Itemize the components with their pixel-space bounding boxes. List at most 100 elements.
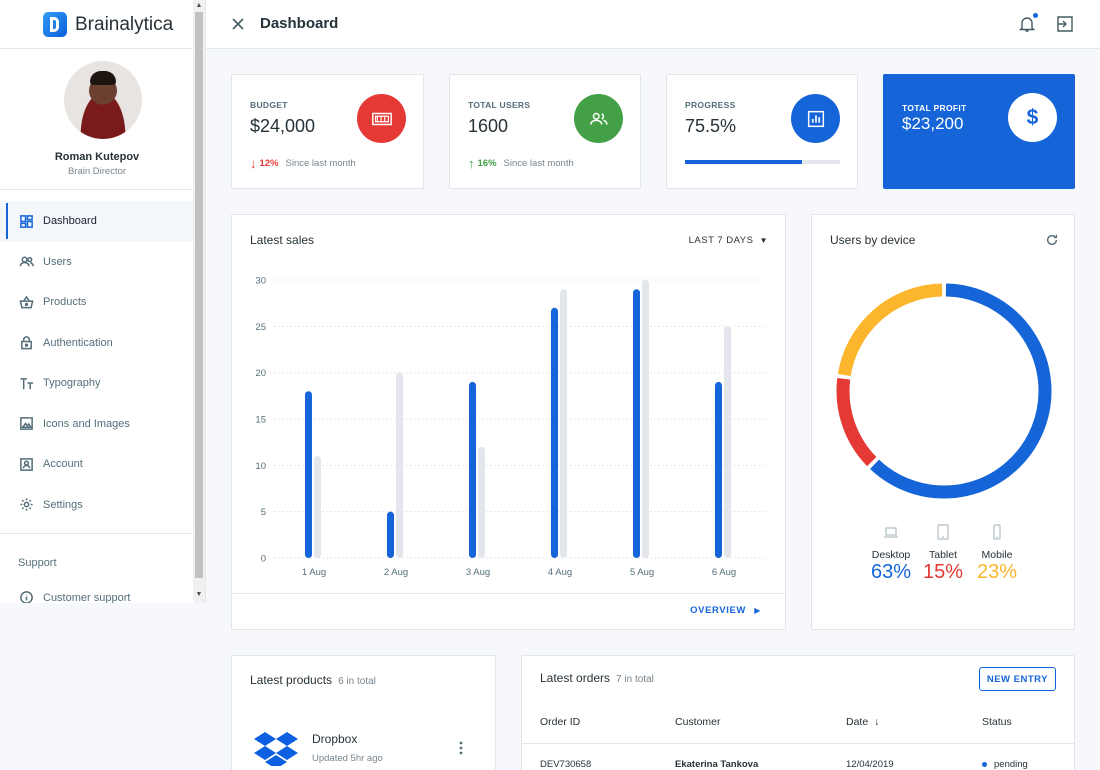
avatar[interactable] xyxy=(64,61,142,139)
progress-value: 75.5% xyxy=(685,116,737,136)
dropbox-logo-icon xyxy=(254,732,298,766)
progress-bar-fill xyxy=(685,160,803,164)
bar xyxy=(387,511,394,558)
col-header-status[interactable]: Status xyxy=(982,716,1012,728)
dollar-icon: $ xyxy=(1008,93,1057,142)
scroll-down-icon[interactable]: ▼ xyxy=(193,589,205,601)
budget-value: $24,000 xyxy=(250,116,316,136)
budget-label: BUDGET xyxy=(250,100,288,110)
donut-slice-mobile xyxy=(837,283,943,377)
arrow-down-icon: ↓ xyxy=(250,156,257,171)
close-icon[interactable] xyxy=(230,16,246,32)
bar xyxy=(305,391,312,558)
sidebar-item-icons-images[interactable]: Icons and Images xyxy=(0,404,194,445)
users-footer: ↑ 16% Since last month xyxy=(468,156,574,171)
refresh-icon[interactable] xyxy=(1045,233,1059,247)
order-date: 12/04/2019 xyxy=(846,759,894,770)
range-dropdown[interactable]: LAST 7 DAYS ▼ xyxy=(689,235,768,246)
y-tick-label: 0 xyxy=(261,554,266,565)
product-name: Dropbox xyxy=(312,732,358,746)
brand[interactable]: Brainalytica xyxy=(0,0,194,49)
status-dot xyxy=(982,761,987,767)
sidebar-item-products[interactable]: Products xyxy=(0,282,194,323)
x-tick-label: 3 Aug xyxy=(466,567,490,578)
sidebar-item-label: Products xyxy=(43,296,87,309)
sidebar-item-dashboard[interactable]: Dashboard xyxy=(0,201,194,242)
tablet-stat: Tablet 15% xyxy=(921,524,965,584)
progress-icon-circle xyxy=(791,94,840,143)
date-header-label: Date xyxy=(846,716,869,728)
overview-divider xyxy=(232,593,785,594)
tablet-pct: 15% xyxy=(922,561,964,583)
sidebar-item-customer-support[interactable]: Customer support xyxy=(19,590,130,603)
progress-card: PROGRESS 75.5% xyxy=(666,74,858,189)
logout-icon[interactable] xyxy=(1056,15,1074,33)
new-entry-button[interactable]: NEW ENTRY xyxy=(978,667,1056,691)
latest-sales-title: Latest sales xyxy=(250,233,315,247)
bar xyxy=(469,381,476,558)
bar-chart-icon xyxy=(807,110,824,127)
sidebar-item-label: Typography xyxy=(43,377,101,390)
support-title: Support xyxy=(18,557,57,569)
y-tick-label: 10 xyxy=(255,461,266,472)
more-vert-icon[interactable] xyxy=(459,741,463,755)
col-header-customer[interactable]: Customer xyxy=(675,716,721,728)
total-profit-card: TOTAL PROFIT $23,200 $ xyxy=(883,74,1075,189)
bar xyxy=(715,381,722,558)
col-header-order-id[interactable]: Order ID xyxy=(540,716,580,728)
money-icon xyxy=(371,112,392,125)
status-label: pending xyxy=(994,759,1028,770)
bar xyxy=(551,307,558,558)
users-icon-circle xyxy=(574,94,623,143)
laptop-icon xyxy=(884,527,898,538)
latest-orders-title: Latest orders xyxy=(540,671,611,685)
users-by-device-card: Users by device Desktop 63% Tablet 15% M… xyxy=(811,214,1075,630)
latest-orders-header: Latest orders 7 in total xyxy=(540,671,654,685)
order-id: DEV730658 xyxy=(540,759,592,770)
sidebar-item-label: Authentication xyxy=(43,336,113,349)
overview-link[interactable]: OVERVIEW ▶ xyxy=(690,605,761,616)
order-customer: Ekaterina Tankova xyxy=(675,759,759,770)
desktop-pct: 63% xyxy=(870,561,912,583)
dashboard-icon xyxy=(19,214,34,229)
scroll-up-icon[interactable]: ▲ xyxy=(193,0,205,12)
donut-slice-tablet xyxy=(836,378,877,467)
donut-slice-desktop xyxy=(870,283,1052,499)
gear-icon xyxy=(19,497,34,512)
desktop-name: Desktop xyxy=(871,549,911,561)
scrollbar-thumb[interactable] xyxy=(195,12,203,578)
y-tick-label: 20 xyxy=(255,368,266,379)
chevron-right-icon: ▶ xyxy=(754,606,761,615)
bar xyxy=(642,280,649,558)
arrow-down-icon: ↓ xyxy=(874,716,880,728)
sidebar-item-account[interactable]: Account xyxy=(0,444,194,485)
progress-bar xyxy=(685,160,840,164)
col-header-date[interactable]: Date ↓ xyxy=(846,716,879,728)
sidebar-item-authentication[interactable]: Authentication xyxy=(0,323,194,364)
bell-icon[interactable] xyxy=(1019,15,1035,33)
arrow-up-icon: ↑ xyxy=(468,156,475,171)
budget-icon-circle xyxy=(357,94,406,143)
progress-label: PROGRESS xyxy=(685,100,736,110)
x-tick-label: 1 Aug xyxy=(302,567,326,578)
mobile-name: Mobile xyxy=(981,549,1013,561)
caret-down-icon: ▼ xyxy=(759,236,768,245)
sidebar-item-users[interactable]: Users xyxy=(0,242,194,283)
x-tick-label: 5 Aug xyxy=(630,567,654,578)
basket-icon xyxy=(19,295,34,310)
device-donut-chart xyxy=(836,283,1052,499)
brand-name: Brainalytica xyxy=(75,14,174,35)
product-list-item[interactable]: Dropbox Updated 5hr ago xyxy=(232,718,495,770)
mobile-stat: Mobile 23% xyxy=(975,524,1019,584)
notification-badge xyxy=(1033,13,1038,18)
overview-label: OVERVIEW xyxy=(690,605,746,616)
budget-card: BUDGET $24,000 ↓ 12% Since last month xyxy=(231,74,424,189)
image-icon xyxy=(19,416,34,431)
brand-logo-icon xyxy=(43,12,67,37)
order-status: pending xyxy=(982,759,1028,770)
sidebar-item-typography[interactable]: Typography xyxy=(0,363,194,404)
text-icon xyxy=(19,376,34,391)
latest-sales-card: Latest sales LAST 7 DAYS ▼ 0 5 10 15 20 25 30 1… xyxy=(231,214,786,630)
sidebar-item-settings[interactable]: Settings xyxy=(0,485,194,526)
sidebar-scrollbar[interactable]: ▲ ▼ xyxy=(193,0,205,603)
